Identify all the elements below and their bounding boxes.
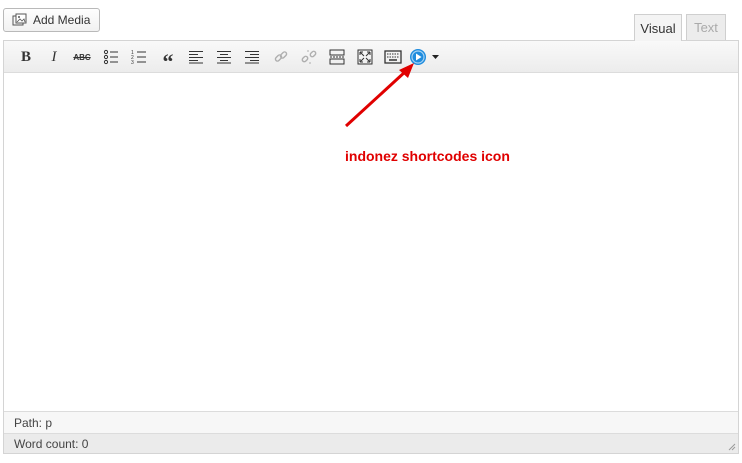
link-icon (274, 51, 288, 62)
chevron-down-icon (431, 55, 439, 59)
numbered-list-button[interactable]: 1 2 3 (128, 46, 150, 68)
annotation-label: indonez shortcodes icon (345, 148, 510, 164)
unlink-button[interactable] (298, 46, 320, 68)
align-center-button[interactable] (213, 46, 235, 68)
italic-button[interactable]: I (43, 46, 65, 68)
media-icon (12, 13, 28, 27)
strikethrough-button[interactable]: ABC (71, 46, 93, 68)
align-left-icon (189, 51, 203, 64)
align-right-button[interactable] (241, 46, 263, 68)
editor-content-area[interactable] (4, 73, 738, 411)
insert-link-button[interactable] (270, 46, 292, 68)
more-tag-icon (329, 49, 345, 65)
numbered-list-icon: 1 2 3 (131, 50, 146, 65)
unlink-icon (301, 50, 317, 64)
word-count: Word count: 0 (4, 433, 738, 453)
align-left-button[interactable] (185, 46, 207, 68)
resize-grip-icon[interactable] (726, 441, 736, 451)
fullscreen-button[interactable] (354, 46, 376, 68)
kitchen-sink-icon (384, 50, 402, 64)
bullet-list-icon (103, 49, 118, 65)
bold-button[interactable]: B (15, 46, 37, 68)
add-media-label: Add Media (33, 13, 91, 27)
tab-visual[interactable]: Visual (634, 14, 682, 41)
editor: B I ABC 1 2 3 “ Path: p Word count: 0 (3, 40, 739, 454)
editor-toolbar: B I ABC 1 2 3 “ (4, 41, 738, 74)
blockquote-button[interactable]: “ (157, 46, 179, 74)
align-center-icon (217, 51, 231, 64)
svg-text:3: 3 (131, 60, 134, 65)
indonez-shortcodes-button[interactable] (406, 46, 442, 68)
align-right-icon (245, 51, 259, 64)
insert-more-tag-button[interactable] (326, 46, 348, 68)
add-media-button[interactable]: Add Media (3, 8, 100, 32)
fullscreen-icon (357, 49, 373, 65)
tab-text[interactable]: Text (686, 14, 726, 40)
toolbar-toggle-button[interactable] (382, 46, 404, 68)
path-bar: Path: p (4, 411, 738, 433)
bullet-list-button[interactable] (100, 46, 122, 68)
indonez-shortcodes-icon (409, 49, 426, 65)
